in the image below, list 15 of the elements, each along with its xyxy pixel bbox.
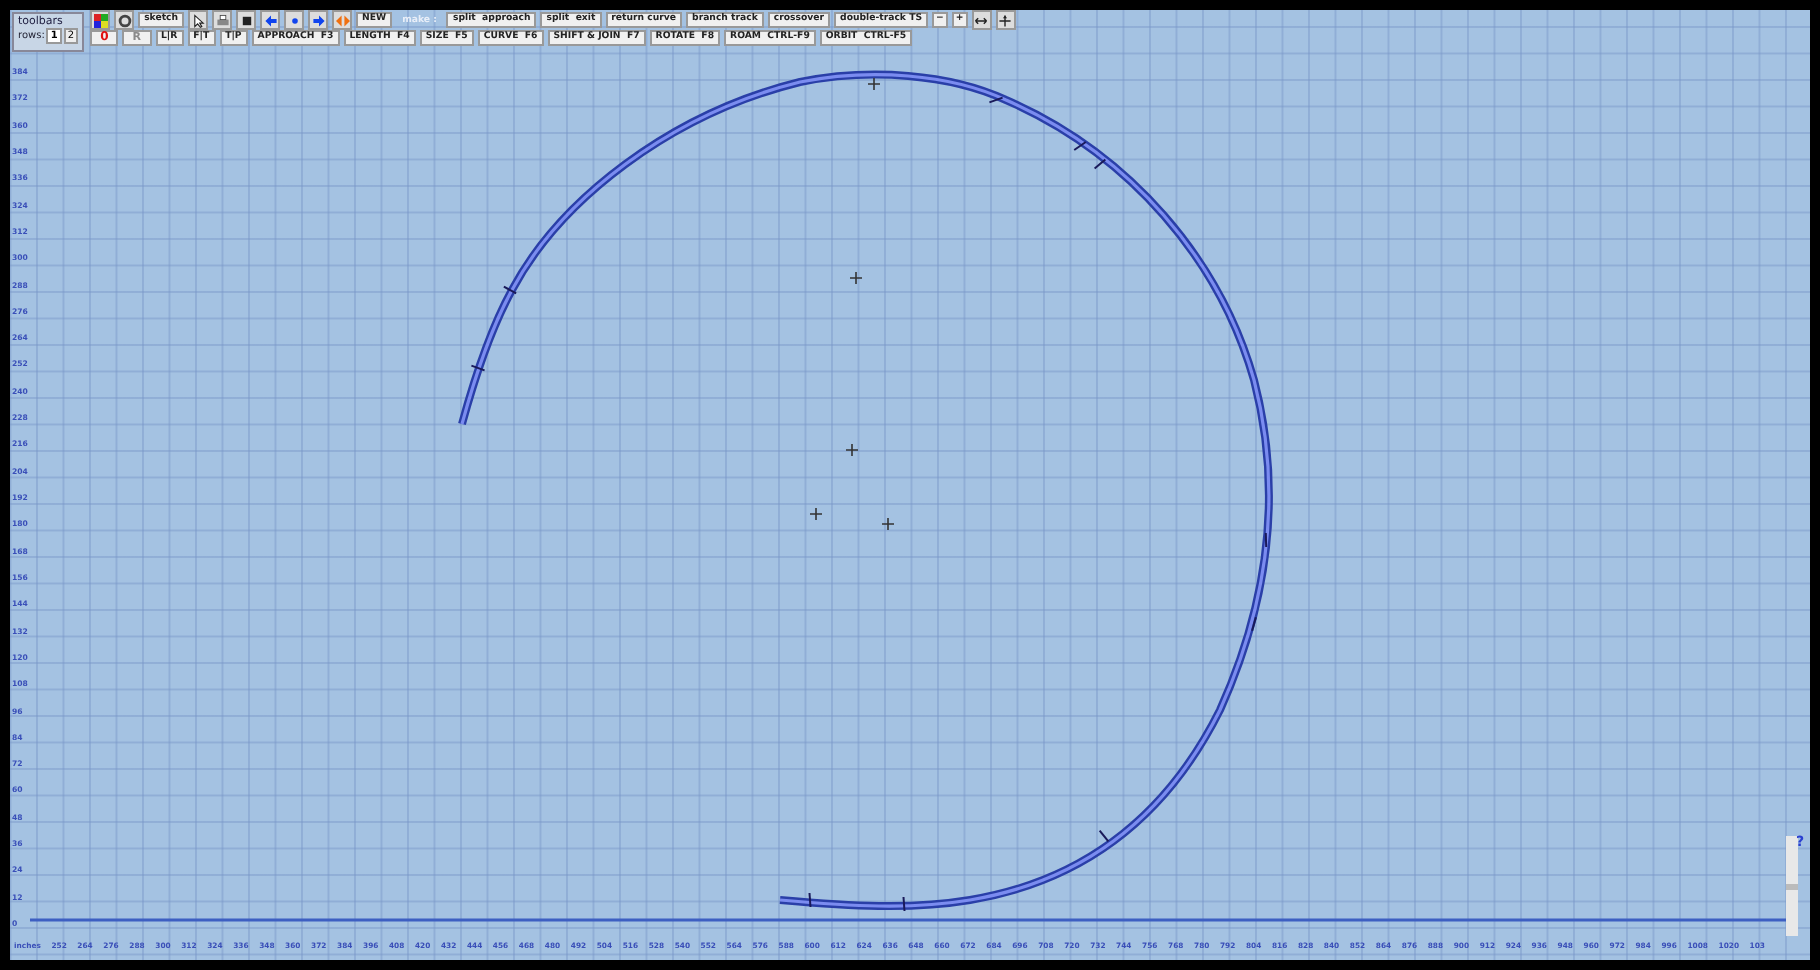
peg-mark-icon bbox=[809, 507, 823, 521]
track-drawing[interactable] bbox=[458, 70, 1273, 912]
peg-mark-icon bbox=[881, 517, 895, 531]
scroll-thumb[interactable] bbox=[1786, 883, 1798, 889]
arrow-left-icon[interactable] bbox=[260, 10, 281, 30]
scroll-bar[interactable] bbox=[1786, 836, 1798, 936]
printer-icon[interactable] bbox=[212, 10, 233, 30]
square-icon[interactable] bbox=[236, 10, 257, 30]
peg-mark-icon bbox=[845, 443, 859, 457]
peg-mark-icon bbox=[849, 271, 863, 285]
peg-mark-icon bbox=[867, 77, 881, 91]
palette-icon[interactable] bbox=[90, 10, 111, 30]
pointer-icon[interactable] bbox=[188, 10, 209, 30]
move-icon[interactable] bbox=[995, 10, 1016, 30]
arrow-right-icon[interactable] bbox=[308, 10, 329, 30]
